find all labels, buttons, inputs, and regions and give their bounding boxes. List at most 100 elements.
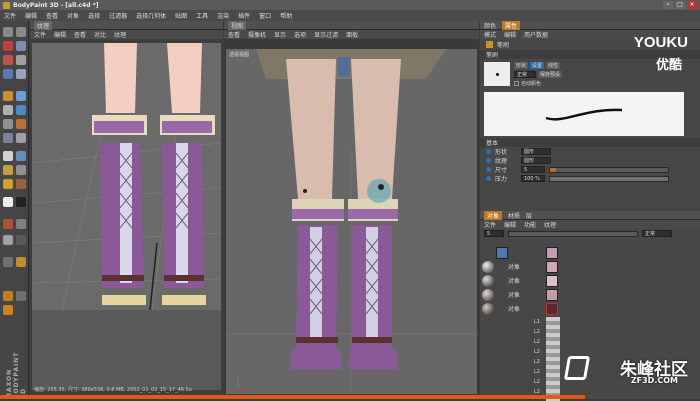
color-fg-icon[interactable] — [3, 197, 13, 207]
attributes-menu-edit[interactable]: 编辑 — [504, 30, 516, 39]
menu-tools[interactable]: 工具 — [196, 11, 208, 20]
viewport-menu-camera[interactable]: 摄像机 — [248, 30, 266, 39]
gradient-icon[interactable] — [16, 179, 26, 189]
text-icon[interactable] — [3, 151, 13, 161]
brush-mode-select[interactable]: 正常 — [514, 71, 536, 78]
tab-objects[interactable]: 对象 — [484, 210, 503, 220]
texture-menu-edit[interactable]: 编辑 — [54, 30, 66, 39]
viewport-canvas[interactable]: 透视视图 — [226, 49, 477, 394]
save-preset-button[interactable]: 保存预设 — [538, 71, 563, 78]
viewport-menu-display[interactable]: 显示 — [274, 30, 286, 39]
brush-settings-button[interactable]: 设置 — [530, 62, 545, 69]
maximize-button[interactable]: □ — [675, 1, 685, 9]
layers-menu-function[interactable]: 功能 — [524, 220, 536, 229]
menu-select[interactable]: 选择 — [88, 11, 100, 20]
brush-icon[interactable] — [3, 91, 13, 101]
tab-layers[interactable]: 层 — [526, 211, 532, 220]
menu-view[interactable]: 查看 — [46, 11, 58, 20]
menu-plugins[interactable]: 插件 — [238, 11, 250, 20]
menu-object[interactable]: 对象 — [67, 11, 79, 20]
viewport-menu-filter[interactable]: 显示过滤 — [314, 30, 338, 39]
layer-opacity-field[interactable]: 5 — [484, 230, 504, 237]
auto-color-checkbox[interactable] — [514, 81, 519, 86]
object-row[interactable] — [482, 246, 698, 259]
lasso-icon[interactable] — [16, 165, 26, 175]
rotate-icon[interactable] — [3, 55, 13, 65]
menu-edit[interactable]: 编辑 — [25, 11, 37, 20]
viewport-menu-panel[interactable]: 面板 — [346, 30, 358, 39]
menu-select-geometry[interactable]: 选择几何体 — [136, 11, 166, 20]
pressure-slider[interactable] — [549, 175, 669, 182]
tab-texture[interactable]: 纹理 — [34, 20, 53, 30]
viewport-menu-view[interactable]: 查看 — [228, 30, 240, 39]
tab-attributes[interactable]: 属性 — [502, 20, 521, 30]
minimize-button[interactable]: – — [663, 1, 673, 9]
brush-linear-button[interactable]: 线性 — [546, 62, 561, 69]
layers-menu-file[interactable]: 文件 — [484, 220, 496, 229]
video-progress-bar[interactable] — [0, 395, 700, 399]
layers-menu-texture[interactable]: 纹理 — [544, 220, 556, 229]
cube-icon[interactable] — [3, 69, 13, 79]
tab-viewport[interactable]: 视图 — [228, 20, 247, 30]
object-row[interactable]: 对象 — [482, 288, 698, 301]
scale-icon[interactable] — [16, 41, 26, 51]
paint-setup-icon[interactable] — [16, 235, 26, 245]
prop-shape-select[interactable]: 圆形 — [521, 148, 551, 155]
undo-icon[interactable] — [3, 27, 13, 37]
close-button[interactable]: × — [687, 1, 697, 9]
smudge-icon[interactable] — [16, 119, 26, 129]
menu-window[interactable]: 窗口 — [259, 11, 271, 20]
texture-menu-texture[interactable]: 纹理 — [114, 30, 126, 39]
texture-menu-compare[interactable]: 对比 — [94, 30, 106, 39]
move-icon[interactable] — [3, 41, 13, 51]
grid-icon[interactable] — [3, 235, 13, 245]
menu-filter[interactable]: 过滤器 — [109, 11, 127, 20]
settings-icon[interactable] — [16, 291, 26, 301]
brush-preview-dot[interactable] — [484, 62, 510, 86]
tab-color[interactable]: 颜色 — [484, 21, 496, 30]
line-icon[interactable] — [3, 133, 13, 143]
prop-texture-select[interactable]: 圆形 — [521, 157, 551, 164]
eyedropper-icon[interactable] — [16, 151, 26, 161]
render-icon[interactable] — [3, 257, 13, 267]
texture-thumb — [546, 246, 558, 259]
rect-icon[interactable] — [16, 133, 26, 143]
select-icon[interactable] — [16, 55, 26, 65]
sphere-icon[interactable] — [16, 69, 26, 79]
attributes-menu-mode[interactable]: 模式 — [484, 30, 496, 39]
layers-menu-edit[interactable]: 编辑 — [504, 220, 516, 229]
magic-wand-icon[interactable] — [3, 165, 13, 175]
pencil-icon[interactable] — [16, 91, 26, 101]
texture-menu-file[interactable]: 文件 — [34, 30, 46, 39]
projection-icon[interactable] — [16, 219, 26, 229]
object-row[interactable]: 对象 — [482, 274, 698, 287]
menu-file[interactable]: 文件 — [4, 11, 16, 20]
clone-icon[interactable] — [3, 119, 13, 129]
tab-materials[interactable]: 材质 — [508, 211, 520, 220]
light-icon[interactable] — [16, 257, 26, 267]
help-icon[interactable] — [3, 305, 13, 315]
layer-icon[interactable] — [3, 219, 13, 229]
texture-canvas[interactable] — [32, 43, 221, 310]
menu-render[interactable]: 渲染 — [217, 11, 229, 20]
prop-size-field[interactable]: 5 — [521, 166, 545, 173]
prop-pressure-row: 压力 100 % — [480, 174, 700, 183]
color-bg-icon[interactable] — [16, 197, 26, 207]
layer-opacity-slider[interactable] — [508, 230, 638, 237]
viewport-menu-options[interactable]: 选项 — [294, 30, 306, 39]
brush-shape-button[interactable]: 形状 — [514, 62, 529, 69]
prop-pressure-field[interactable]: 100 % — [521, 175, 545, 182]
attributes-menu-userdata[interactable]: 用户数据 — [524, 30, 548, 39]
object-row[interactable]: 对象 — [482, 260, 698, 273]
texture-menu-view[interactable]: 查看 — [74, 30, 86, 39]
star-icon[interactable] — [3, 179, 13, 189]
eraser-icon[interactable] — [3, 105, 13, 115]
size-slider[interactable] — [549, 166, 669, 173]
fill-icon[interactable] — [16, 105, 26, 115]
lock-icon[interactable] — [3, 291, 13, 301]
menu-mapping[interactable]: 贴图 — [175, 11, 187, 20]
object-row[interactable]: 对象 — [482, 302, 698, 315]
layer-mode-select[interactable]: 正常 — [642, 230, 672, 237]
redo-icon[interactable] — [16, 27, 26, 37]
menu-help[interactable]: 帮助 — [280, 11, 292, 20]
